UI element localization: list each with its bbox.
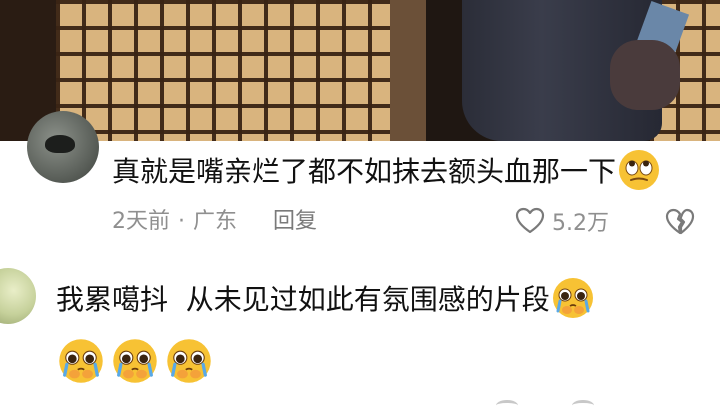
comment-actions-partial	[496, 400, 606, 408]
video-frame[interactable]	[0, 0, 720, 141]
pleading-face-emoji-icon	[110, 336, 160, 386]
comment-body: 真就是嘴亲烂了都不如抹去额头血那一下	[112, 155, 617, 188]
emoji-row	[56, 336, 214, 392]
comment-time: 2天前	[112, 209, 170, 234]
comment-item: 真就是嘴亲烂了都不如抹去额头血那一下 2天前 · 广东 回复 5.2万	[0, 111, 720, 261]
pleading-face-emoji-icon	[56, 336, 106, 386]
comment-text: 我累噶抖 从未见过如此有氛围感的片段	[56, 278, 596, 321]
comment-body: 我累噶抖 从未见过如此有氛围感的片段	[56, 283, 550, 316]
video-scene-pillar	[390, 0, 426, 141]
like-button[interactable]: 5.2万	[514, 205, 609, 237]
comment-location: 广东	[193, 209, 238, 234]
reply-button[interactable]: 回复	[273, 207, 317, 237]
action-icon-partial	[572, 400, 594, 411]
heart-icon	[515, 207, 545, 234]
dislike-button[interactable]	[664, 206, 696, 238]
comment-text: 真就是嘴亲烂了都不如抹去额头血那一下	[112, 150, 662, 193]
meta-separator: ·	[178, 209, 185, 234]
comment-item: 我累噶抖 从未见过如此有氛围感的片段	[0, 262, 720, 405]
video-scene-detail	[610, 40, 680, 110]
avatar[interactable]	[0, 268, 36, 324]
like-count: 5.2万	[552, 211, 609, 236]
comment-meta: 2天前 · 广东 回复	[112, 207, 317, 237]
broken-heart-icon	[665, 208, 695, 235]
pleading-face-emoji-icon	[164, 336, 214, 386]
avatar-bird-image	[45, 135, 75, 153]
avatar[interactable]	[27, 111, 99, 183]
action-icon-partial	[496, 400, 518, 411]
rolling-eyes-emoji-icon	[616, 147, 662, 193]
pleading-face-emoji-icon	[550, 275, 596, 321]
video-scene-lattice-window	[56, 0, 396, 141]
